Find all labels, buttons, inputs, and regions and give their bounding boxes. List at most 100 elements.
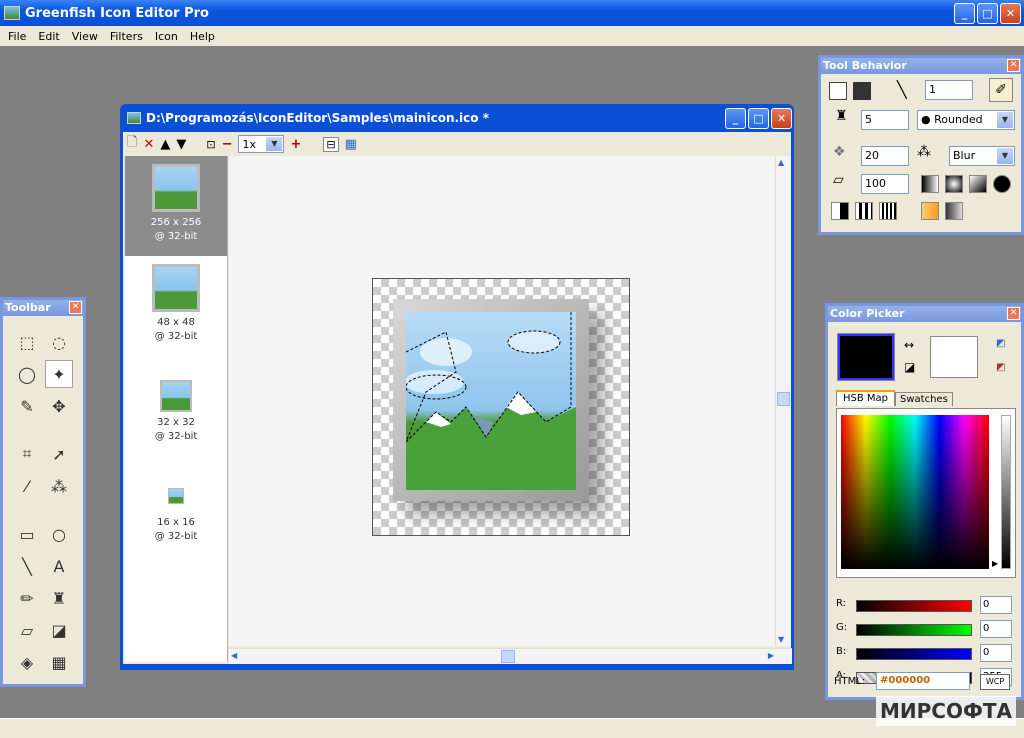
blue-slider[interactable]	[856, 648, 972, 660]
spray-icon[interactable]: ⁂	[45, 472, 73, 500]
outline-shape-icon[interactable]	[829, 82, 847, 100]
conical-gradient-icon[interactable]	[969, 175, 987, 193]
scroll-down-icon[interactable]: ▼	[778, 635, 784, 644]
gradient-icon[interactable]: ▦	[45, 648, 73, 676]
reset-colors-icon[interactable]: ◪	[904, 360, 915, 374]
menu-icon[interactable]: Icon	[149, 30, 184, 43]
lasso-icon[interactable]: ◯	[13, 360, 41, 388]
tab-swatches[interactable]: Swatches	[895, 392, 953, 406]
green-input[interactable]: 0	[980, 620, 1012, 638]
menu-help[interactable]: Help	[184, 30, 221, 43]
move-down-icon[interactable]: ▼	[176, 137, 186, 152]
opacity-input[interactable]: 100	[861, 174, 909, 194]
chevron-down-icon: ▼	[266, 137, 283, 151]
crop-icon[interactable]: ⌗	[13, 440, 41, 468]
doc-maximize-button[interactable]: □	[748, 108, 769, 129]
color-replace-icon[interactable]: ◪	[45, 616, 73, 644]
ellipse-select-icon[interactable]: ◌	[45, 328, 73, 356]
strength-input[interactable]: 20	[861, 146, 909, 166]
blue-input[interactable]: 0	[980, 644, 1012, 662]
line-width-input[interactable]: 1	[925, 80, 973, 100]
list-item[interactable]: 48 x 48 @ 32-bit	[125, 256, 227, 356]
color-picker-close-button[interactable]: ✕	[1007, 307, 1020, 320]
swap-colors-icon[interactable]: ↔	[904, 338, 914, 352]
radial-gradient-icon[interactable]	[945, 175, 963, 193]
horizontal-scrollbar[interactable]: ◀ ▶	[229, 648, 792, 664]
menu-file[interactable]: File	[2, 30, 32, 43]
rect-select-icon[interactable]: ⬚	[13, 328, 41, 356]
pen-select-icon[interactable]: ✎	[13, 392, 41, 420]
doc-close-button[interactable]: ✕	[771, 108, 792, 129]
toolbar-title: Toolbar	[5, 301, 51, 314]
new-image-icon[interactable]: 🗋	[127, 133, 137, 155]
text-icon[interactable]: A	[45, 552, 73, 580]
primary-color-swatch[interactable]	[837, 333, 895, 381]
eraser-icon[interactable]: ▱	[13, 616, 41, 644]
gradient-mode-1-icon[interactable]	[831, 202, 849, 220]
move-up-icon[interactable]: ▲	[160, 137, 170, 152]
scroll-up-icon[interactable]: ▲	[778, 158, 784, 167]
green-slider[interactable]	[856, 624, 972, 636]
move-icon[interactable]: ✥	[45, 392, 73, 420]
secondary-color-swatch[interactable]	[930, 336, 978, 378]
delete-image-icon[interactable]: ✕	[143, 137, 154, 152]
pointer-icon[interactable]: ➚	[45, 440, 73, 468]
filled-shape-icon[interactable]	[853, 82, 871, 100]
html-color-input[interactable]: #000000	[876, 672, 970, 690]
vertical-scrollbar[interactable]: ▲ ▼	[775, 156, 791, 646]
red-slider[interactable]	[856, 600, 972, 612]
toolbar-close-button[interactable]: ✕	[69, 301, 82, 314]
scroll-left-icon[interactable]: ◀	[231, 651, 237, 660]
inverted-color-icon[interactable]: ◩	[996, 362, 1005, 373]
linear-gradient-icon[interactable]	[921, 175, 939, 193]
line-icon[interactable]: ╲	[13, 552, 41, 580]
fit-icon[interactable]: ⊡	[206, 138, 215, 151]
grid-icon[interactable]: ▦	[345, 137, 357, 152]
gradient-mode-2-icon[interactable]	[855, 202, 873, 220]
menu-filters[interactable]: Filters	[104, 30, 149, 43]
transparent-color-icon[interactable]: ◩	[996, 338, 1005, 349]
document-titlebar: D:\Programozás\IconEditor\Samples\mainic…	[123, 104, 792, 132]
color-gradient-icon[interactable]	[921, 202, 939, 220]
wcp-button[interactable]: WCP	[980, 674, 1010, 690]
zoom-in-icon[interactable]: +	[290, 137, 301, 152]
alpha-gradient-icon[interactable]	[945, 202, 963, 220]
brush-size-input[interactable]: 5	[861, 110, 909, 130]
scroll-thumb[interactable]	[777, 392, 790, 406]
zoom-select[interactable]: 1x ▼	[238, 135, 285, 153]
tab-hsb-map[interactable]: HSB Map	[836, 390, 896, 406]
list-item[interactable]: 32 x 32 @ 32-bit	[125, 356, 227, 456]
ellipse-icon[interactable]: ○	[45, 520, 73, 548]
effect-select[interactable]: Blur ▼	[949, 146, 1015, 166]
fit-window-icon[interactable]: ⊟	[323, 136, 339, 152]
antialias-icon[interactable]: ✐	[989, 78, 1013, 102]
minimize-button[interactable]: _	[954, 3, 975, 24]
tool-behavior-close-button[interactable]: ✕	[1007, 59, 1020, 72]
doc-minimize-button[interactable]: _	[725, 108, 746, 129]
magic-wand-icon[interactable]: ✦	[45, 360, 73, 388]
close-button[interactable]: ✕	[1000, 3, 1021, 24]
menu-edit[interactable]: Edit	[32, 30, 65, 43]
eyedropper-icon[interactable]: ⁄	[13, 472, 41, 500]
brush-icon[interactable]: ♜	[45, 584, 73, 612]
thumbnail	[152, 164, 200, 212]
pencil-icon[interactable]: ✏	[13, 584, 41, 612]
gradient-mode-3-icon[interactable]	[879, 202, 897, 220]
list-item[interactable]: 256 x 256 @ 32-bit	[125, 156, 227, 256]
menu-view[interactable]: View	[66, 30, 104, 43]
spiral-gradient-icon[interactable]	[993, 175, 1011, 193]
zoom-out-icon[interactable]: −	[222, 137, 233, 152]
fill-bucket-icon[interactable]: ◈	[13, 648, 41, 676]
scroll-thumb-h[interactable]	[501, 650, 515, 663]
rectangle-icon[interactable]: ▭	[13, 520, 41, 548]
icon-canvas[interactable]	[372, 278, 630, 536]
thumbnail	[160, 380, 192, 412]
list-item[interactable]: 16 x 16 @ 32-bit	[125, 456, 227, 556]
red-input[interactable]: 0	[980, 596, 1012, 614]
hue-saturation-map[interactable]	[841, 415, 989, 569]
chevron-down-icon: ▼	[997, 112, 1013, 128]
brush-shape-select[interactable]: ● Rounded ▼	[917, 110, 1015, 130]
scroll-right-icon[interactable]: ▶	[768, 651, 774, 660]
brightness-slider[interactable]	[1001, 415, 1011, 569]
maximize-button[interactable]: □	[977, 3, 998, 24]
